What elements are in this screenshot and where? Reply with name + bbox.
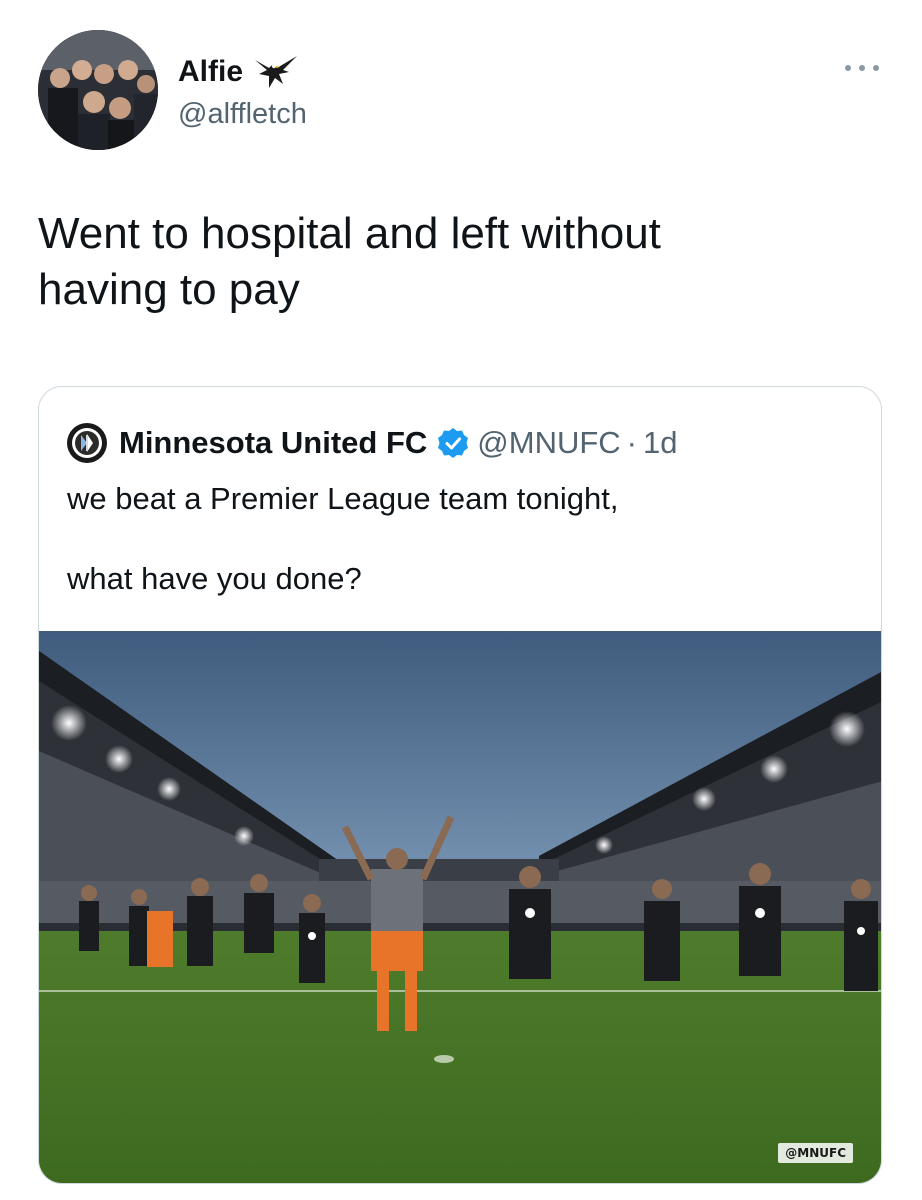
quoted-tweet-header: Minnesota United FC @MNUFC · 1d [67,423,677,463]
author-display-name[interactable]: Alfie [178,54,299,90]
media-watermark: @MNUFC [778,1143,853,1163]
stadium-photo [39,631,881,1183]
mnufc-logo-icon[interactable] [67,423,107,463]
author-avatar[interactable] [38,30,158,150]
quoted-tweet-card[interactable]: Minnesota United FC @MNUFC · 1d we beat … [38,386,882,1184]
eagle-icon [253,54,299,90]
avatar-photo [38,30,158,150]
quoted-media-image[interactable]: @MNUFC [39,631,881,1183]
quoted-handle[interactable]: @MNUFC [477,425,620,461]
quoted-timestamp[interactable]: 1d [643,425,677,461]
more-options-icon[interactable] [842,58,882,78]
quoted-display-name[interactable]: Minnesota United FC [119,425,427,461]
quoted-tweet-text: we beat a Premier League team tonight, w… [67,481,619,596]
author-name-text: Alfie [178,55,244,88]
verified-badge-icon [438,428,469,458]
tweet-text: Went to hospital and left without having… [38,209,661,314]
separator-dot: · [626,425,637,460]
author-handle[interactable]: @alffletch [178,98,307,131]
